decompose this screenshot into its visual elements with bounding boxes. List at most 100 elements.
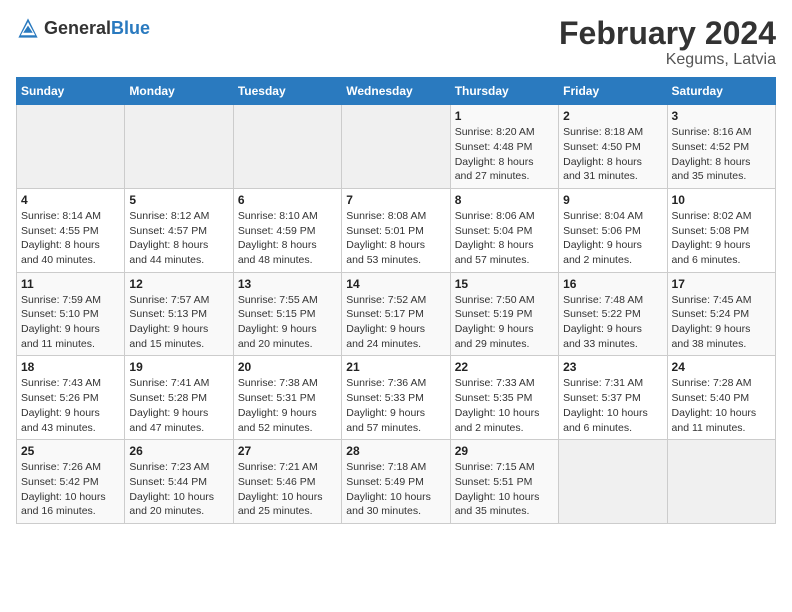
title-block: February 2024 Kegums, Latvia [559, 16, 776, 69]
day-number: 2 [563, 109, 662, 123]
calendar-cell [125, 105, 233, 189]
day-info: Sunrise: 7:15 AM Sunset: 5:51 PM Dayligh… [455, 460, 554, 519]
day-number: 24 [672, 360, 771, 374]
calendar-cell [233, 105, 341, 189]
day-info: Sunrise: 8:08 AM Sunset: 5:01 PM Dayligh… [346, 209, 445, 268]
day-header-sunday: Sunday [17, 78, 125, 105]
day-number: 20 [238, 360, 337, 374]
logo-general: General [44, 19, 111, 37]
calendar-cell: 29 Sunrise: 7:15 AM Sunset: 5:51 PM Dayli… [450, 440, 558, 524]
calendar-cell: 13 Sunrise: 7:55 AM Sunset: 5:15 PM Dayli… [233, 272, 341, 356]
day-info: Sunrise: 8:02 AM Sunset: 5:08 PM Dayligh… [672, 209, 771, 268]
day-number: 16 [563, 277, 662, 291]
day-number: 21 [346, 360, 445, 374]
day-number: 7 [346, 193, 445, 207]
calendar-header-row: SundayMondayTuesdayWednesdayThursdayFrid… [17, 78, 776, 105]
day-info: Sunrise: 7:18 AM Sunset: 5:49 PM Dayligh… [346, 460, 445, 519]
day-info: Sunrise: 8:12 AM Sunset: 4:57 PM Dayligh… [129, 209, 228, 268]
calendar-body: 1 Sunrise: 8:20 AM Sunset: 4:48 PM Daylig… [17, 105, 776, 524]
calendar-cell: 19 Sunrise: 7:41 AM Sunset: 5:28 PM Dayli… [125, 356, 233, 440]
day-number: 6 [238, 193, 337, 207]
day-header-saturday: Saturday [667, 78, 775, 105]
calendar-cell: 20 Sunrise: 7:38 AM Sunset: 5:31 PM Dayli… [233, 356, 341, 440]
day-number: 29 [455, 444, 554, 458]
day-info: Sunrise: 8:04 AM Sunset: 5:06 PM Dayligh… [563, 209, 662, 268]
day-header-monday: Monday [125, 78, 233, 105]
calendar-cell: 23 Sunrise: 7:31 AM Sunset: 5:37 PM Dayli… [559, 356, 667, 440]
calendar-cell: 26Sunrise: 7:23 AM Sunset: 5:44 PM Dayli… [125, 440, 233, 524]
day-info: Sunrise: 7:43 AM Sunset: 5:26 PM Dayligh… [21, 376, 120, 435]
calendar-cell: 15 Sunrise: 7:50 AM Sunset: 5:19 PM Dayli… [450, 272, 558, 356]
day-info: Sunrise: 7:55 AM Sunset: 5:15 PM Dayligh… [238, 293, 337, 352]
day-number: 15 [455, 277, 554, 291]
calendar-cell: 22 Sunrise: 7:33 AM Sunset: 5:35 PM Dayli… [450, 356, 558, 440]
day-header-wednesday: Wednesday [342, 78, 450, 105]
day-info: Sunrise: 7:31 AM Sunset: 5:37 PM Dayligh… [563, 376, 662, 435]
day-info: Sunrise: 7:41 AM Sunset: 5:28 PM Dayligh… [129, 376, 228, 435]
day-info: Sunrise: 8:20 AM Sunset: 4:48 PM Dayligh… [455, 125, 554, 184]
page-subtitle: Kegums, Latvia [559, 51, 776, 69]
week-row-3: 11Sunrise: 7:59 AM Sunset: 5:10 PM Dayli… [17, 272, 776, 356]
day-number: 19 [129, 360, 228, 374]
day-header-thursday: Thursday [450, 78, 558, 105]
day-info: Sunrise: 8:10 AM Sunset: 4:59 PM Dayligh… [238, 209, 337, 268]
week-row-5: 25 Sunrise: 7:26 AM Sunset: 5:42 PM Dayli… [17, 440, 776, 524]
day-number: 4 [21, 193, 120, 207]
day-info: Sunrise: 8:06 AM Sunset: 5:04 PM Dayligh… [455, 209, 554, 268]
calendar-cell [559, 440, 667, 524]
day-number: 23 [563, 360, 662, 374]
calendar-cell: 16 Sunrise: 7:48 AM Sunset: 5:22 PM Dayli… [559, 272, 667, 356]
page-header: GeneralBlue February 2024 Kegums, Latvia [16, 16, 776, 69]
day-number: 14 [346, 277, 445, 291]
day-number: 13 [238, 277, 337, 291]
day-header-friday: Friday [559, 78, 667, 105]
calendar-cell: 10 Sunrise: 8:02 AM Sunset: 5:08 PM Dayli… [667, 188, 775, 272]
calendar-cell: 11Sunrise: 7:59 AM Sunset: 5:10 PM Dayli… [17, 272, 125, 356]
calendar-cell: 17Sunrise: 7:45 AM Sunset: 5:24 PM Dayli… [667, 272, 775, 356]
calendar-cell: 5 Sunrise: 8:12 AM Sunset: 4:57 PM Daylig… [125, 188, 233, 272]
day-info: Sunrise: 7:33 AM Sunset: 5:35 PM Dayligh… [455, 376, 554, 435]
day-info: Sunrise: 8:18 AM Sunset: 4:50 PM Dayligh… [563, 125, 662, 184]
logo-icon [16, 16, 40, 40]
calendar-cell: 12Sunrise: 7:57 AM Sunset: 5:13 PM Dayli… [125, 272, 233, 356]
calendar-cell: 2 Sunrise: 8:18 AM Sunset: 4:50 PM Daylig… [559, 105, 667, 189]
week-row-1: 1 Sunrise: 8:20 AM Sunset: 4:48 PM Daylig… [17, 105, 776, 189]
day-info: Sunrise: 7:57 AM Sunset: 5:13 PM Dayligh… [129, 293, 228, 352]
logo: GeneralBlue [16, 16, 150, 40]
day-info: Sunrise: 7:48 AM Sunset: 5:22 PM Dayligh… [563, 293, 662, 352]
week-row-2: 4Sunrise: 8:14 AM Sunset: 4:55 PM Daylig… [17, 188, 776, 272]
calendar-cell: 8 Sunrise: 8:06 AM Sunset: 5:04 PM Daylig… [450, 188, 558, 272]
day-number: 8 [455, 193, 554, 207]
day-number: 22 [455, 360, 554, 374]
calendar-cell: 24Sunrise: 7:28 AM Sunset: 5:40 PM Dayli… [667, 356, 775, 440]
calendar-cell: 6 Sunrise: 8:10 AM Sunset: 4:59 PM Daylig… [233, 188, 341, 272]
day-info: Sunrise: 7:50 AM Sunset: 5:19 PM Dayligh… [455, 293, 554, 352]
day-number: 17 [672, 277, 771, 291]
day-info: Sunrise: 7:26 AM Sunset: 5:42 PM Dayligh… [21, 460, 120, 519]
day-number: 26 [129, 444, 228, 458]
day-number: 28 [346, 444, 445, 458]
calendar-cell: 4Sunrise: 8:14 AM Sunset: 4:55 PM Daylig… [17, 188, 125, 272]
logo-blue: Blue [111, 19, 150, 37]
calendar-cell: 27Sunrise: 7:21 AM Sunset: 5:46 PM Dayli… [233, 440, 341, 524]
calendar-cell: 25 Sunrise: 7:26 AM Sunset: 5:42 PM Dayli… [17, 440, 125, 524]
calendar-cell [17, 105, 125, 189]
day-number: 25 [21, 444, 120, 458]
calendar-cell [342, 105, 450, 189]
calendar-cell [667, 440, 775, 524]
page-title: February 2024 [559, 16, 776, 51]
day-number: 9 [563, 193, 662, 207]
day-info: Sunrise: 7:38 AM Sunset: 5:31 PM Dayligh… [238, 376, 337, 435]
day-info: Sunrise: 7:36 AM Sunset: 5:33 PM Dayligh… [346, 376, 445, 435]
day-number: 3 [672, 109, 771, 123]
calendar-cell: 9 Sunrise: 8:04 AM Sunset: 5:06 PM Daylig… [559, 188, 667, 272]
day-number: 5 [129, 193, 228, 207]
day-info: Sunrise: 7:21 AM Sunset: 5:46 PM Dayligh… [238, 460, 337, 519]
day-number: 10 [672, 193, 771, 207]
calendar-cell: 21 Sunrise: 7:36 AM Sunset: 5:33 PM Dayli… [342, 356, 450, 440]
day-info: Sunrise: 8:16 AM Sunset: 4:52 PM Dayligh… [672, 125, 771, 184]
calendar-cell: 7 Sunrise: 8:08 AM Sunset: 5:01 PM Daylig… [342, 188, 450, 272]
day-header-tuesday: Tuesday [233, 78, 341, 105]
day-number: 1 [455, 109, 554, 123]
calendar-cell: 18Sunrise: 7:43 AM Sunset: 5:26 PM Dayli… [17, 356, 125, 440]
